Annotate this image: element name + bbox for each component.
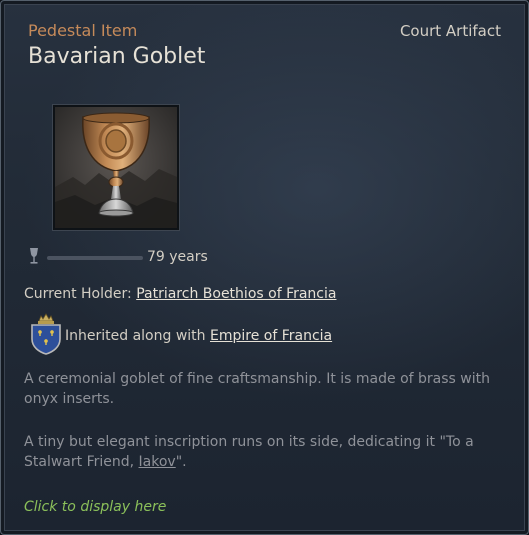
inheritance-label: Inherited along with	[65, 328, 206, 344]
durability-bar	[47, 256, 143, 260]
inscription-text: A tiny but elegant inscription runs on i…	[24, 434, 474, 470]
character-link[interactable]: Iakov	[139, 454, 176, 470]
current-holder: Current Holder: Patriarch Boethios of Fr…	[24, 286, 336, 302]
inheritance-text: Inherited along with Empire of Francia	[65, 328, 332, 344]
description-paragraph-2: A tiny but elegant inscription runs on i…	[24, 432, 512, 472]
holder-link[interactable]: Patriarch Boethios of Francia	[136, 286, 336, 302]
goblet-icon	[53, 105, 179, 230]
item-title: Bavarian Goblet	[28, 44, 206, 69]
item-category: Pedestal Item	[28, 21, 138, 40]
display-action-hint[interactable]: Click to display here	[24, 499, 166, 515]
coat-of-arms-icon[interactable]	[29, 313, 63, 360]
inheritance-row: Inherited along with Empire of Francia	[29, 313, 509, 357]
artifact-tooltip: Pedestal Item Court Artifact Bavarian Go…	[0, 0, 529, 535]
durability-value: 79 years	[147, 249, 208, 265]
holder-label: Current Holder:	[24, 286, 132, 302]
description-paragraph-1: A ceremonial goblet of fine craftsmanshi…	[24, 371, 490, 407]
artifact-type: Court Artifact	[399, 22, 501, 40]
wine-glass-icon	[27, 247, 43, 270]
inscription-end: ".	[175, 454, 187, 470]
durability-row: 79 years	[25, 247, 225, 267]
title-link[interactable]: Empire of Francia	[210, 328, 332, 344]
